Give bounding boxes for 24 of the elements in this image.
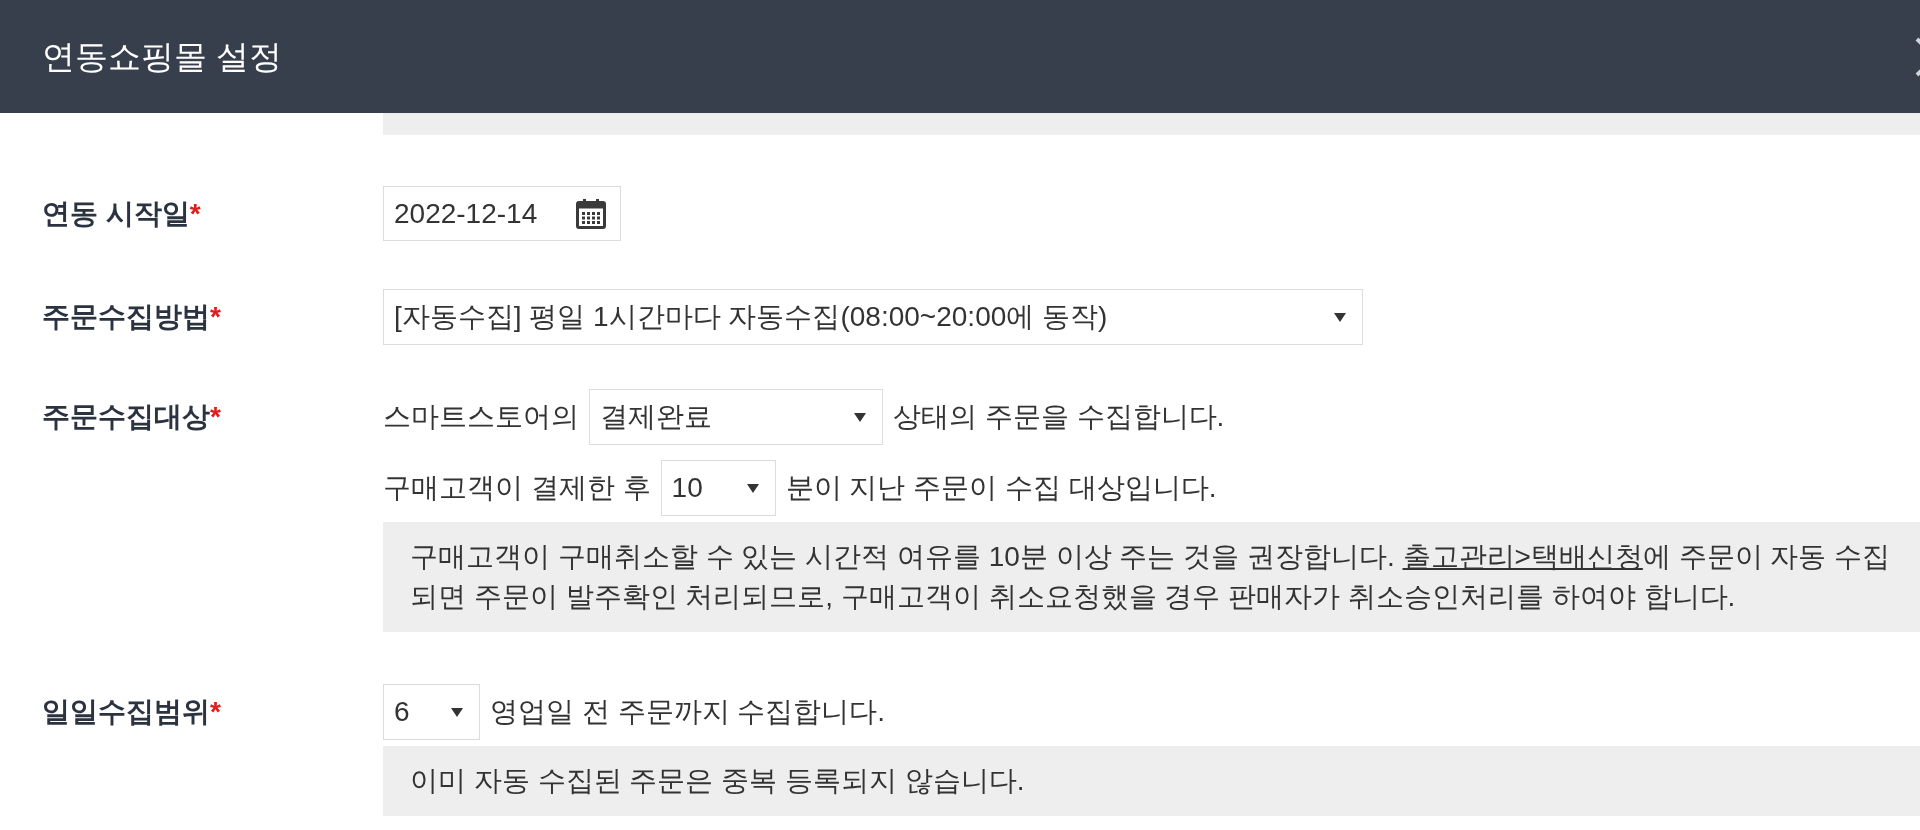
- note-text: 이미 자동 수집된 주문은 중복 등록되지 않습니다.: [410, 764, 1026, 798]
- caret-icon: [451, 707, 463, 717]
- link[interactable]: 출고관리>택배신청: [1402, 541, 1643, 572]
- field-label: 주문수집대상*: [42, 400, 221, 434]
- sentence-text: 구매고객이 결제한 후: [383, 471, 651, 505]
- date-field[interactable]: 2022-12-14: [383, 186, 621, 241]
- sentence-text: 영업일 전 주문까지 수집합니다.: [490, 695, 886, 729]
- dropdown[interactable]: 결제완료: [589, 389, 883, 445]
- field-label: 주문수집방법*: [42, 300, 221, 334]
- field-label: 일일수집범위*: [42, 695, 221, 729]
- dropdown[interactable]: 10: [660, 460, 776, 516]
- window-title: 연동쇼핑몰 설정: [42, 36, 283, 77]
- note-text: 구매고객이 구매취소할 수 있는 시간적 여유를 10분 이상 주는 것을 권장합니다. 출고관리>택배신청에 주문이 자동 수집되면 주문이 발주확인 처리되므로, 구매고객이 취소요청했을 경우 판매자가 취소승인처리를 하여야 합니다.: [410, 540, 1892, 614]
- caret-icon: [854, 412, 866, 422]
- sentence-text: 스마트스토어의: [383, 400, 579, 434]
- dropdown[interactable]: [자동수집] 평일 1시간마다 자동수집(08:00~20:00에 동작): [383, 289, 1363, 345]
- field-label: 연동 시작일*: [42, 197, 201, 231]
- caret-icon: [746, 483, 759, 493]
- close-icon[interactable]: [1915, 36, 1920, 77]
- dropdown[interactable]: 6: [383, 684, 480, 740]
- caret-icon: [1334, 312, 1346, 322]
- calendar-icon[interactable]: [576, 198, 606, 229]
- sentence-text: 상태의 주문을 수집합니다.: [893, 400, 1225, 434]
- sentence-text: 분이 지난 주문이 수집 대상입니다.: [785, 471, 1217, 505]
